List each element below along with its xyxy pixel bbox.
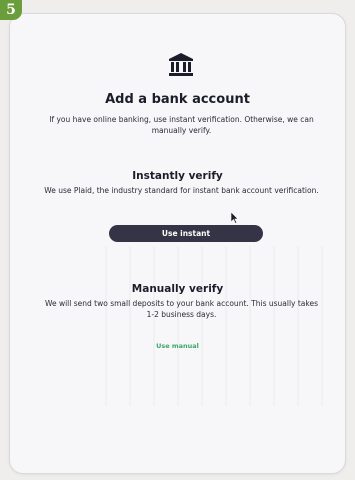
screenshot-frame: 5 Add a bank account If you have online …: [0, 0, 355, 480]
step-number-badge: 5: [0, 0, 22, 20]
manual-verify-description: We will send two small deposits to your …: [44, 299, 318, 319]
use-instant-button[interactable]: Use instant: [109, 225, 263, 242]
bank-building-icon: [169, 53, 193, 76]
use-manual-link[interactable]: Use manual: [12, 342, 343, 350]
page-title: Add a bank account: [105, 92, 250, 107]
mouse-pointer-icon: [231, 212, 239, 224]
page-subtitle: If you have online banking, use instant …: [49, 115, 314, 135]
background-texture: [105, 246, 325, 406]
instant-verify-description: We use Plaid, the industry standard for …: [44, 186, 319, 195]
instant-verify-title: Instantly verify: [132, 170, 223, 182]
manual-verify-title: Manually verify: [131, 283, 224, 295]
add-bank-account-card: [9, 13, 346, 474]
